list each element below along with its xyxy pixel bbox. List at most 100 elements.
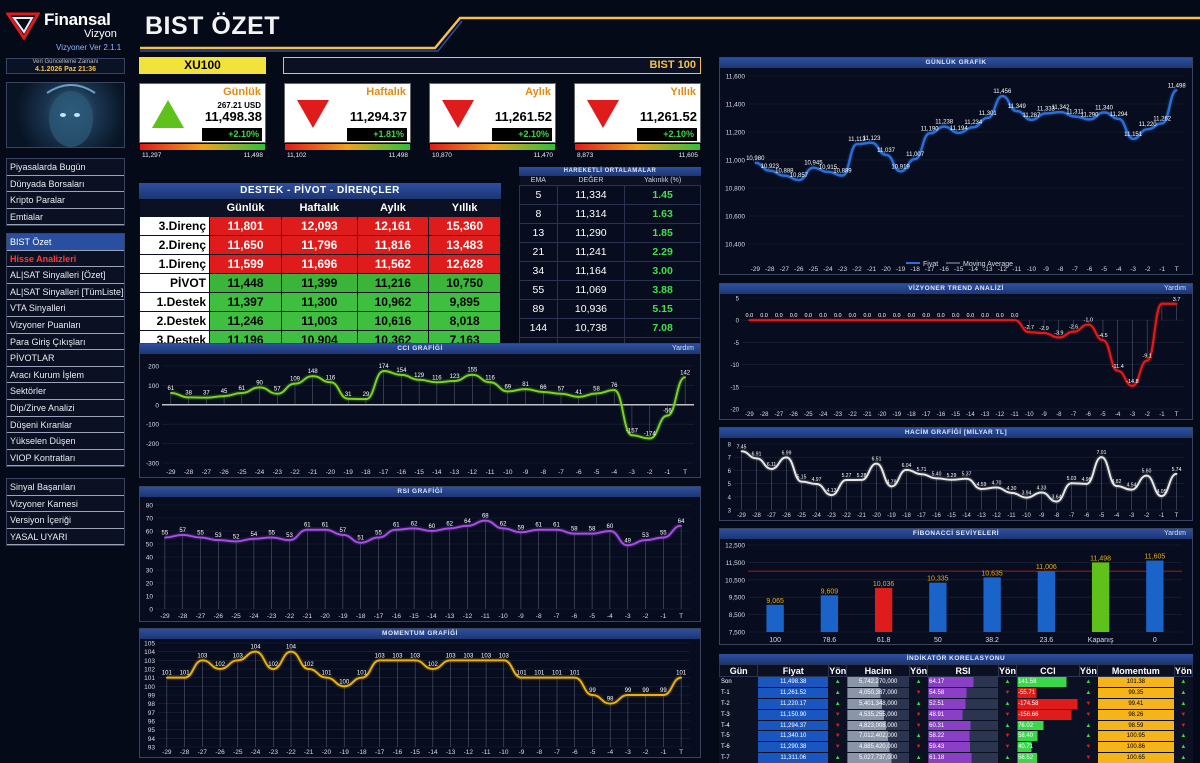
corr-price: 11,290.38 [757, 741, 830, 754]
menu-item-sinyal-başarıları[interactable]: Sinyal Başarıları [7, 479, 124, 496]
menu-item-vizyoner-karnesi[interactable]: Vizyoner Karnesi [7, 496, 124, 513]
down-arrow-icon: ▼ [1085, 711, 1092, 718]
x-tick-label: -9 [519, 749, 525, 756]
menu-item-yasal-uyari[interactable]: YASAL UYARI [7, 529, 124, 546]
data-label: 5.71 [917, 467, 927, 473]
x-tick-label: -18 [361, 469, 371, 476]
data-point [895, 319, 898, 322]
data-point [770, 468, 773, 470]
range-low: 10,870 [432, 152, 452, 159]
x-tick-label: -2 [1144, 513, 1150, 519]
data-label: -14.8 [1126, 379, 1139, 385]
menu-item-al-sat-sinyalleri-özet-[interactable]: AL|SAT Sinyalleri [Özet] [7, 267, 124, 284]
menu-item-hisse-analizleri[interactable]: Hisse Analizleri [7, 251, 124, 268]
menu-item-bist-özet[interactable]: BIST Özet [7, 234, 124, 251]
data-label: 0.0 [922, 313, 930, 319]
data-point [1116, 369, 1119, 372]
menu-item-dip-zirve-analizi[interactable]: Dip/Zirve Analizi [7, 400, 124, 417]
x-tick-label: -23 [838, 266, 848, 273]
data-label: 103 [233, 653, 244, 659]
index-code[interactable]: XU100 [139, 57, 266, 74]
fibonacci-help-link[interactable]: Yardım [1164, 529, 1186, 539]
up-arrow-icon: ▲ [915, 700, 922, 707]
data-label: 55 [268, 531, 275, 537]
data-point [827, 171, 829, 173]
data-point [1055, 500, 1058, 503]
ema-proximity: 3.00 [624, 260, 701, 281]
volume-plot: 876543-29 -28 -27 -26 -25 -24 -23 -22 -21 -20 -19-… [728, 443, 1184, 519]
data-label: 5.15 [797, 475, 807, 481]
data-label: 103 [375, 653, 386, 659]
data-label: 11,123 [863, 136, 882, 142]
x-tick-label: -1 [1159, 513, 1165, 519]
menu-item-emtialar[interactable]: Emtialar [7, 209, 124, 226]
menu-item-kripto-paralar[interactable]: Kripto Paralar [7, 192, 124, 209]
menu-item-versiyon-i-çeriği[interactable]: Versiyon İçeriği [7, 512, 124, 529]
data-point [914, 158, 917, 160]
data-label: 11,220 [1139, 122, 1158, 128]
momentum-chart: MOMENTUM GRAFİĞİ 105 104 103 102 101 100 99 98 9… [139, 628, 701, 758]
menu-item-yükselen-düşen[interactable]: Yükselen Düşen [7, 433, 124, 450]
menu-item-viop-kontratları[interactable]: VIOP Kontratları [7, 450, 124, 467]
x-tick-label: -17 [922, 412, 931, 418]
data-point [631, 434, 633, 437]
cci-help-link[interactable]: Yardım [672, 344, 694, 354]
menu-item-düşeni-kıranlar[interactable]: Düşeni Kıranlar [7, 417, 124, 434]
ema-row: 8 11,314 1.63 [519, 203, 701, 224]
y-tick-label: 100 [148, 383, 159, 390]
menu-item-dünyada-borsaları[interactable]: Dünyada Borsaları [7, 176, 124, 193]
menu-item-piyasalarda-bugün[interactable]: Piyasalarda Bugün [7, 159, 124, 176]
corr-cci: 76.02 [1016, 719, 1080, 732]
x-tick-label: -25 [231, 613, 241, 620]
x-tick-label: -16 [393, 749, 403, 756]
title-underline [140, 16, 1200, 52]
data-point [910, 319, 913, 322]
trend-help-link[interactable]: Yardım [1164, 284, 1186, 294]
data-label: 104 [251, 645, 262, 651]
corr-cci: 56.52 [1016, 752, 1080, 763]
data-label: 11,007 [906, 152, 925, 158]
fib-value-label: 9,065 [766, 598, 784, 605]
x-tick-label: -4 [1116, 266, 1122, 273]
data-point [797, 179, 800, 181]
menu-item-vizyoner-puanları[interactable]: Vizyoner Puanları [7, 317, 124, 334]
menu-item-aracı-kurum-i-şlem[interactable]: Aracı Kurum İşlem [7, 367, 124, 384]
data-point [591, 694, 594, 696]
fib-category-label: 78.6 [823, 637, 837, 644]
period-change: +2.10% [637, 128, 697, 141]
data-label: 11,349 [1008, 104, 1027, 110]
menu-item-pi-votlar[interactable]: PİVOTLAR [7, 350, 124, 367]
data-point [377, 536, 380, 539]
y-tick-label: 5 [736, 297, 740, 303]
x-tick-label: -20 [322, 749, 332, 756]
menu-item-al-sat-sinyalleri-tümliste-[interactable]: AL|SAT Sinyalleri [TümListe] [7, 284, 124, 301]
x-tick-label: -13 [446, 749, 456, 756]
corr-rsi: 58.22 [927, 730, 999, 743]
corr-price: 11,294.37 [757, 719, 830, 732]
range-high: 11,470 [533, 152, 553, 159]
corr-momentum: 101.38 [1096, 676, 1175, 688]
menu-item-vta-sinyalleri[interactable]: VTA Sinyalleri [7, 300, 124, 317]
data-point [928, 132, 931, 135]
data-point [860, 479, 863, 481]
data-label: 103 [499, 653, 510, 659]
data-point [414, 659, 417, 662]
data-point [662, 694, 665, 696]
data-point [258, 386, 261, 389]
data-label: 101 [517, 671, 528, 677]
legend-ma-label: Moving Average [963, 261, 1013, 268]
x-tick-label: -6 [571, 613, 577, 620]
x-tick-label: -15 [414, 469, 424, 476]
data-point [524, 388, 527, 390]
fib-bar [766, 604, 784, 632]
data-label: 4.05 [1157, 489, 1167, 495]
y-tick-label: 0 [736, 319, 740, 325]
menu-item-sektörler[interactable]: Sektörler [7, 383, 124, 400]
data-point [1103, 111, 1105, 114]
menu-item-para-giriş-çıkışları[interactable]: Para Giriş Çıkışları [7, 334, 124, 351]
data-point [290, 650, 292, 653]
data-point [595, 392, 598, 395]
x-tick-label: -23 [273, 469, 283, 476]
up-arrow-icon: ▲ [1004, 678, 1011, 685]
data-point [485, 659, 487, 662]
